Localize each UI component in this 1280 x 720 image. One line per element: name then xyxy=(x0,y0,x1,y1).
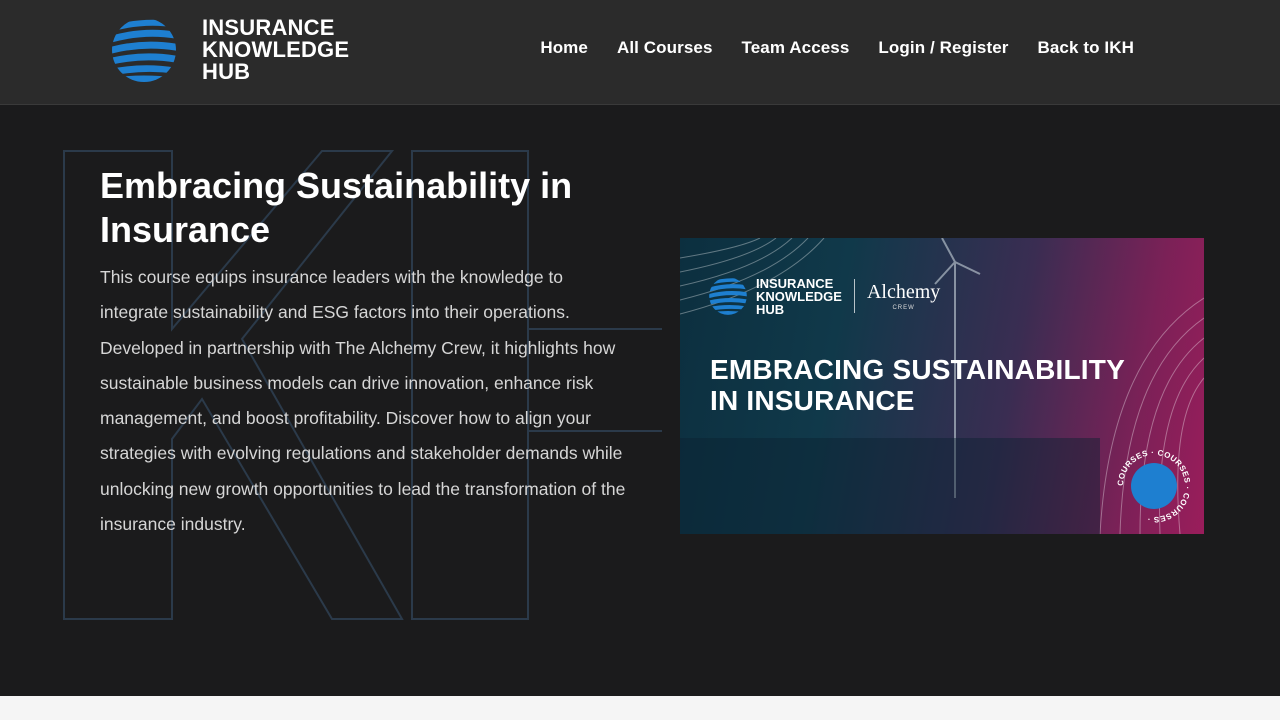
logo-line: INSURANCE xyxy=(202,15,335,40)
banner-logo-line: INSURANCE xyxy=(756,275,834,291)
logo-wordmark: INSURANCE KNOWLEDGE HUB xyxy=(202,17,349,83)
nav-login-register[interactable]: Login / Register xyxy=(878,38,1008,58)
page-bottom-strip xyxy=(0,696,1280,720)
alchemy-wordmark: Alchemy xyxy=(866,281,941,303)
banner-logos: INSURANCE KNOWLEDGE HUB Alchemy CREW xyxy=(708,276,940,316)
banner-logo-line: HUB xyxy=(756,301,785,317)
globe-logo-icon xyxy=(709,278,747,315)
nav-team-access[interactable]: Team Access xyxy=(742,38,850,58)
course-description: This course equips insurance leaders wit… xyxy=(100,267,626,535)
banner-logo-line: KNOWLEDGE xyxy=(756,288,842,304)
nav-back-to-ikh[interactable]: Back to IKH xyxy=(1037,38,1134,58)
nav-home[interactable]: Home xyxy=(540,38,588,58)
nav-all-courses[interactable]: All Courses xyxy=(617,38,713,58)
alchemy-crew-logo: Alchemy CREW xyxy=(867,281,940,311)
globe-logo-icon xyxy=(112,19,176,82)
banner-title-line: IN INSURANCE xyxy=(710,385,915,416)
banner-title-line: EMBRACING SUSTAINABILITY xyxy=(710,354,1125,385)
courses-badge-icon: COURSES · COURSES · COURSES · xyxy=(1116,448,1192,524)
site-logo[interactable]: INSURANCE KNOWLEDGE HUB xyxy=(110,14,370,86)
banner-title: EMBRACING SUSTAINABILITY IN INSURANCE xyxy=(710,354,1170,416)
alchemy-crew-sub: CREW xyxy=(892,305,915,311)
course-title: Embracing Sustainability in Insurance xyxy=(100,165,573,250)
banner-logo-divider xyxy=(853,279,855,313)
logo-line: HUB xyxy=(202,59,251,84)
main-nav: Home All Courses Team Access Login / Reg… xyxy=(540,38,1134,58)
site-header: INSURANCE KNOWLEDGE HUB Home All Courses… xyxy=(0,0,1280,105)
course-banner-image: INSURANCE KNOWLEDGE HUB Alchemy CREW EMB… xyxy=(680,238,1204,534)
course-hero: Embracing Sustainability in Insurance Th… xyxy=(0,105,1280,696)
logo-line: KNOWLEDGE xyxy=(202,37,350,62)
banner-logo-wordmark: INSURANCE KNOWLEDGE HUB xyxy=(756,277,842,316)
